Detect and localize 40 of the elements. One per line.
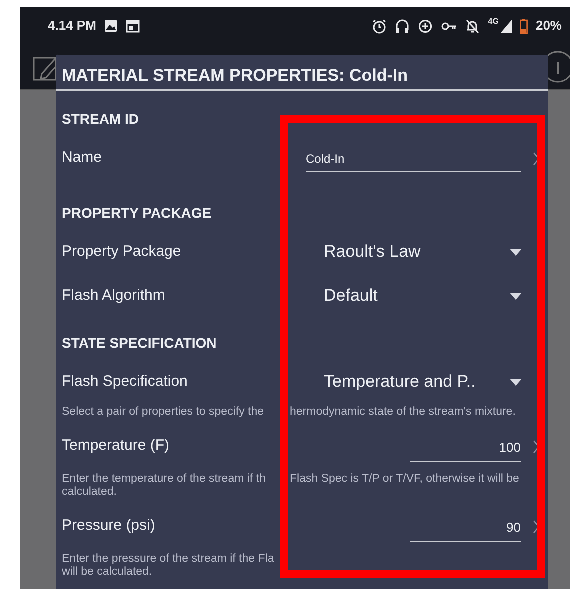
hint-text: calculated.	[62, 486, 117, 499]
field-label: Property Package	[62, 242, 182, 262]
number-field[interactable]: 100	[410, 434, 521, 462]
dropdown-value[interactable]: Temperature and P..	[298, 369, 510, 395]
dropdown-value[interactable]: Default	[298, 283, 510, 309]
hint-text: hermodynamic state of the stream's mixture.	[290, 406, 516, 419]
alarm-icon	[372, 18, 388, 34]
caret-icon[interactable]	[510, 378, 522, 386]
text-field[interactable]: Cold-In	[306, 146, 521, 172]
section-heading: PROPERTY PACKAGE	[61, 204, 213, 223]
signal-icon	[500, 20, 512, 32]
network-type-label: 4G	[488, 16, 499, 28]
data-saver-icon	[418, 18, 434, 34]
hint-text: Enter the pressure of the stream if the Fla	[62, 553, 274, 566]
field-label: Temperature (F)	[62, 436, 171, 456]
hint-text: Enter the temperature of the stream if th	[62, 473, 267, 486]
image-icon	[104, 19, 118, 33]
dropdown-value[interactable]: Raoult's Law	[298, 239, 510, 265]
hint-text: Select a pair of properties to specify the	[62, 406, 265, 419]
muted-bell-icon	[465, 18, 480, 34]
field-label: Flash Specification	[62, 372, 189, 392]
dialog-title: MATERIAL STREAM PROPERTIES: Cold-In	[56, 55, 548, 91]
section-heading: STREAM ID	[61, 110, 140, 129]
field-label: Pressure (psi)	[62, 516, 156, 536]
field-label: Flash Algorithm	[62, 286, 166, 306]
chevron-icon[interactable]	[533, 520, 540, 534]
calendar-icon	[126, 19, 140, 33]
battery-percent: 20%	[536, 17, 562, 36]
hint-text: Flash Spec is T/P or T/VF, otherwise it will be	[290, 473, 520, 486]
caret-icon[interactable]	[510, 248, 522, 256]
caret-icon[interactable]	[510, 292, 522, 300]
chevron-icon[interactable]	[533, 152, 540, 166]
status-time: 4.14 PM	[48, 17, 96, 36]
headphones-icon	[395, 18, 410, 34]
battery-icon	[520, 18, 528, 34]
number-field[interactable]: 90	[410, 514, 521, 542]
section-heading: STATE SPECIFICATION	[61, 334, 218, 353]
chevron-icon[interactable]	[533, 440, 540, 454]
field-label: Name	[62, 148, 104, 168]
hint-text: will be calculated.	[62, 566, 152, 579]
